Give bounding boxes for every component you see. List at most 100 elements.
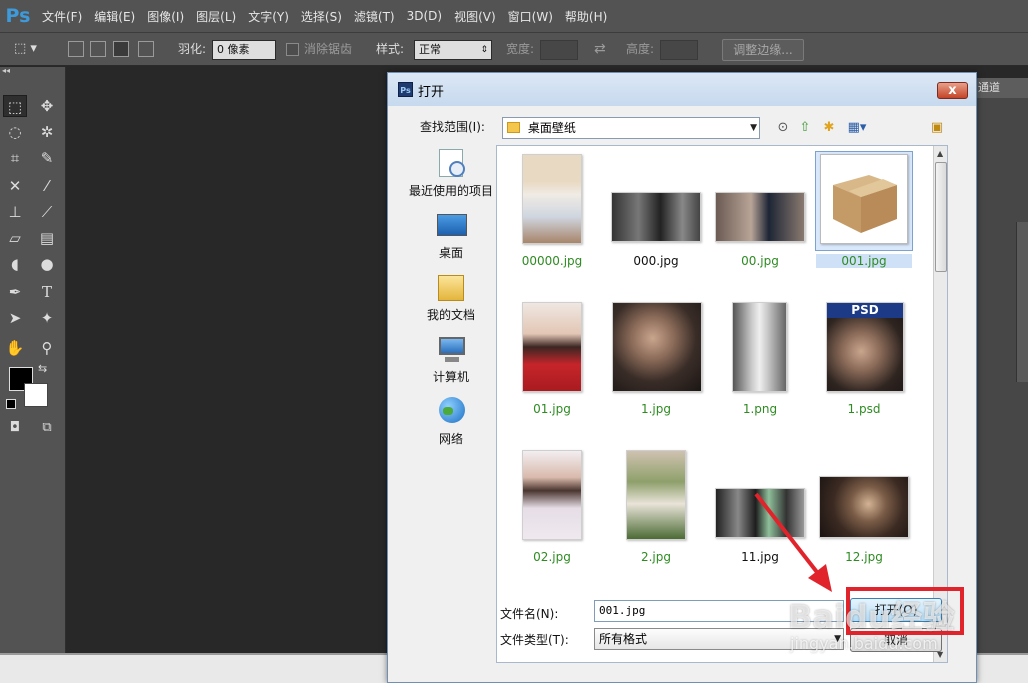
- history-brush-tool-icon[interactable]: ⟋: [35, 201, 59, 223]
- menu-bar: Ps 文件(F) 编辑(E) 图像(I) 图层(L) 文字(Y) 选择(S) 滤…: [0, 0, 1028, 32]
- menu-item-view[interactable]: 视图(V): [448, 8, 502, 25]
- custom-shape-tool-icon[interactable]: ✦: [35, 307, 59, 329]
- file-name: 02.jpg: [533, 550, 571, 564]
- folder-icon: [507, 122, 520, 133]
- swap-colors-icon[interactable]: ⇆: [38, 362, 47, 375]
- feather-input[interactable]: 0 像素: [212, 40, 276, 60]
- intersect-selection-icon[interactable]: [138, 41, 154, 57]
- add-to-selection-icon[interactable]: [90, 41, 106, 57]
- menu-item-select[interactable]: 选择(S): [295, 8, 348, 25]
- move-tool-icon[interactable]: ✥: [35, 95, 59, 117]
- height-input[interactable]: [660, 40, 698, 60]
- menu-item-layer[interactable]: 图层(L): [190, 8, 242, 25]
- file-item-00-jpg[interactable]: 00.jpg: [712, 152, 808, 272]
- file-item-00000-jpg[interactable]: 00000.jpg: [504, 152, 600, 272]
- zoom-tool-icon[interactable]: ⚲: [35, 337, 59, 359]
- file-item-12-jpg[interactable]: 12.jpg: [816, 448, 912, 568]
- rect-marquee-tool-icon[interactable]: ⬚: [3, 95, 27, 117]
- place-computer[interactable]: 计算机: [406, 335, 496, 385]
- style-select[interactable]: 正常 ⇕: [414, 40, 492, 60]
- file-name: 1.png: [742, 402, 778, 416]
- background-color-swatch[interactable]: [24, 383, 48, 407]
- default-colors-icon[interactable]: [6, 399, 16, 409]
- width-input[interactable]: [540, 40, 578, 60]
- menu-item-help[interactable]: 帮助(H): [559, 8, 613, 25]
- gradient-tool-icon[interactable]: ▤: [35, 227, 59, 249]
- look-in-dropdown[interactable]: 桌面壁纸 ▼: [502, 117, 760, 139]
- scroll-up-icon[interactable]: ▲: [937, 149, 943, 158]
- menu-item-window[interactable]: 窗口(W): [502, 8, 559, 25]
- eyedropper-tool-icon[interactable]: ✎: [35, 147, 59, 169]
- file-item-001-jpg[interactable]: 001.jpg: [815, 151, 913, 272]
- favorites-folder-icon[interactable]: ▣: [928, 119, 946, 137]
- file-name: 11.jpg: [741, 550, 779, 564]
- look-in-label: 查找范围(I):: [420, 120, 485, 134]
- file-thumbnail: [612, 302, 702, 392]
- clone-stamp-tool-icon[interactable]: ⊥: [3, 201, 27, 223]
- desktop-icon: [435, 211, 467, 241]
- dodge-tool-icon[interactable]: ●: [35, 253, 59, 275]
- menu-item-type[interactable]: 文字(Y): [242, 8, 295, 25]
- lasso-tool-icon[interactable]: ◌: [3, 121, 27, 143]
- place-network[interactable]: 网络: [406, 397, 496, 447]
- file-thumbnail: [715, 192, 805, 242]
- blur-tool-icon[interactable]: ◖: [3, 253, 27, 275]
- file-item-02-jpg[interactable]: 02.jpg: [504, 448, 600, 568]
- filetype-select[interactable]: 所有格式 ▼: [594, 628, 844, 650]
- brush-tool-icon[interactable]: ⁄: [35, 175, 59, 197]
- view-menu-icon[interactable]: ▦▾: [844, 119, 870, 137]
- file-thumbnail: [820, 154, 908, 244]
- new-selection-icon[interactable]: [68, 41, 84, 57]
- menu-item-file[interactable]: 文件(F): [36, 8, 88, 25]
- filename-input[interactable]: 001.jpg: [594, 600, 844, 622]
- screen-mode-icon[interactable]: ⧉: [35, 417, 59, 439]
- file-list-scrollbar[interactable]: ▲ ▼: [933, 146, 947, 662]
- marquee-preset-icon[interactable]: ⬚ ▾: [14, 39, 48, 59]
- place-recent[interactable]: 最近使用的项目: [406, 149, 496, 199]
- file-thumbnail: [522, 302, 582, 392]
- close-button[interactable]: x: [937, 82, 968, 99]
- file-thumbnail: [819, 476, 909, 538]
- magic-wand-tool-icon[interactable]: ✲: [35, 121, 59, 143]
- pen-tool-icon[interactable]: ✒: [3, 281, 27, 303]
- scroll-thumb[interactable]: [935, 162, 947, 272]
- refine-edge-button[interactable]: 调整边缘...: [722, 39, 804, 61]
- my-documents-icon: [435, 273, 467, 303]
- menu-item-filter[interactable]: 滤镜(T): [348, 8, 401, 25]
- file-thumbnail: [611, 192, 701, 242]
- subtract-selection-icon[interactable]: [113, 41, 129, 57]
- file-item-11-jpg[interactable]: 11.jpg: [712, 448, 808, 568]
- options-bar: ⬚ ▾ 羽化: 0 像素 消除锯齿 样式: 正常 ⇕ 宽度: ⇄ 高度: 调整边…: [0, 32, 1028, 66]
- antialias-checkbox[interactable]: [286, 43, 299, 56]
- place-desktop[interactable]: 桌面: [406, 211, 496, 261]
- file-name: 01.jpg: [533, 402, 571, 416]
- style-value: 正常: [419, 43, 441, 56]
- menu-item-edit[interactable]: 编辑(E): [88, 8, 141, 25]
- healing-brush-tool-icon[interactable]: ✕: [3, 175, 27, 197]
- type-tool-icon[interactable]: T: [35, 281, 59, 303]
- path-selection-tool-icon[interactable]: ➤: [3, 307, 27, 329]
- quick-mask-icon[interactable]: ◘: [3, 417, 27, 439]
- file-item-01-jpg[interactable]: 01.jpg: [504, 300, 600, 420]
- file-item-1-png[interactable]: 1.png: [712, 300, 808, 420]
- file-item-1-psd[interactable]: PSD 1.psd: [816, 300, 912, 420]
- panel-collapse-icon[interactable]: ◂◂: [0, 67, 66, 76]
- menu-item-3d[interactable]: 3D(D): [401, 9, 448, 23]
- file-name: 001.jpg: [816, 254, 912, 268]
- menu-item-image[interactable]: 图像(I): [141, 8, 190, 25]
- filename-label: 文件名(N):: [500, 607, 559, 621]
- file-item-1-jpg[interactable]: 1.jpg: [608, 300, 704, 420]
- up-folder-icon[interactable]: ⇧: [796, 119, 814, 137]
- new-folder-icon[interactable]: ✱: [820, 119, 838, 137]
- file-item-2-jpg[interactable]: 2.jpg: [608, 448, 704, 568]
- dialog-titlebar: Ps 打开 x: [388, 73, 976, 106]
- file-item-000-jpg[interactable]: 000.jpg: [608, 152, 704, 272]
- place-my-documents[interactable]: 我的文档: [406, 273, 496, 323]
- back-icon[interactable]: ⊙: [774, 119, 792, 137]
- swap-dimensions-icon[interactable]: ⇄: [594, 33, 606, 65]
- eraser-tool-icon[interactable]: ▱: [3, 227, 27, 249]
- crop-tool-icon[interactable]: ⌗: [3, 147, 27, 169]
- tab-channels[interactable]: 通道: [976, 78, 1028, 98]
- filetype-value: 所有格式: [599, 632, 648, 646]
- hand-tool-icon[interactable]: ✋: [3, 337, 27, 359]
